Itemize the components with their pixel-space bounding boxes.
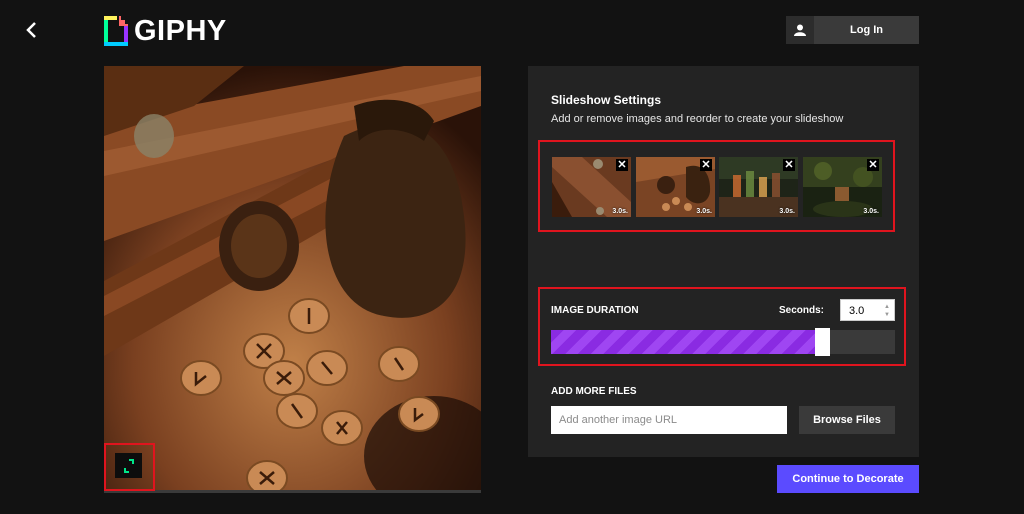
- browse-files-button[interactable]: Browse Files: [799, 406, 895, 434]
- slideshow-thumbnail[interactable]: ✕ 3.0s.: [803, 157, 882, 217]
- duration-slider-fill: [551, 330, 823, 354]
- duration-slider-handle[interactable]: [815, 328, 830, 356]
- login-button[interactable]: Log In: [786, 16, 919, 44]
- expand-preview-button[interactable]: [104, 443, 155, 491]
- thumbnail-duration: 3.0s.: [863, 208, 879, 215]
- chevron-left-icon: [26, 22, 36, 38]
- decrement-arrow-icon[interactable]: ▼: [884, 311, 890, 319]
- logo-text: GIPHY: [134, 15, 227, 47]
- continue-to-decorate-button[interactable]: Continue to Decorate: [777, 465, 919, 493]
- remove-thumbnail-button[interactable]: ✕: [616, 159, 628, 171]
- panel-subtitle: Add or remove images and reorder to crea…: [551, 113, 844, 125]
- increment-arrow-icon[interactable]: ▲: [884, 303, 890, 311]
- giphy-logo[interactable]: GIPHY: [104, 15, 227, 47]
- preview-progress-bar: [104, 490, 481, 493]
- add-more-files-label: ADD MORE FILES: [551, 386, 637, 397]
- slideshow-thumbnail[interactable]: ✕ 3.0s.: [636, 157, 715, 217]
- remove-thumbnail-button[interactable]: ✕: [700, 159, 712, 171]
- panel-title: Slideshow Settings: [551, 93, 662, 107]
- slideshow-thumbnail[interactable]: ✕ 3.0s.: [719, 157, 798, 217]
- thumbnail-duration: 3.0s.: [779, 208, 795, 215]
- seconds-input[interactable]: 3.0 ▲ ▼: [840, 299, 895, 321]
- back-button[interactable]: [22, 20, 42, 40]
- remove-thumbnail-button[interactable]: ✕: [783, 159, 795, 171]
- duration-slider[interactable]: [551, 328, 895, 356]
- thumbnail-duration: 3.0s.: [696, 208, 712, 215]
- expand-icon: [115, 453, 142, 478]
- seconds-label: Seconds:: [779, 305, 825, 316]
- login-label: Log In: [850, 24, 883, 36]
- giphy-logo-icon: [104, 16, 128, 46]
- slideshow-preview-image: [104, 66, 481, 491]
- slideshow-thumbnail[interactable]: ✕ 3.0s.: [552, 157, 631, 217]
- user-icon: [786, 16, 814, 44]
- thumbnail-duration: 3.0s.: [612, 208, 628, 215]
- remove-thumbnail-button[interactable]: ✕: [867, 159, 879, 171]
- image-url-input[interactable]: [551, 406, 787, 434]
- image-duration-label: IMAGE DURATION: [551, 305, 639, 316]
- seconds-value: 3.0: [849, 305, 865, 317]
